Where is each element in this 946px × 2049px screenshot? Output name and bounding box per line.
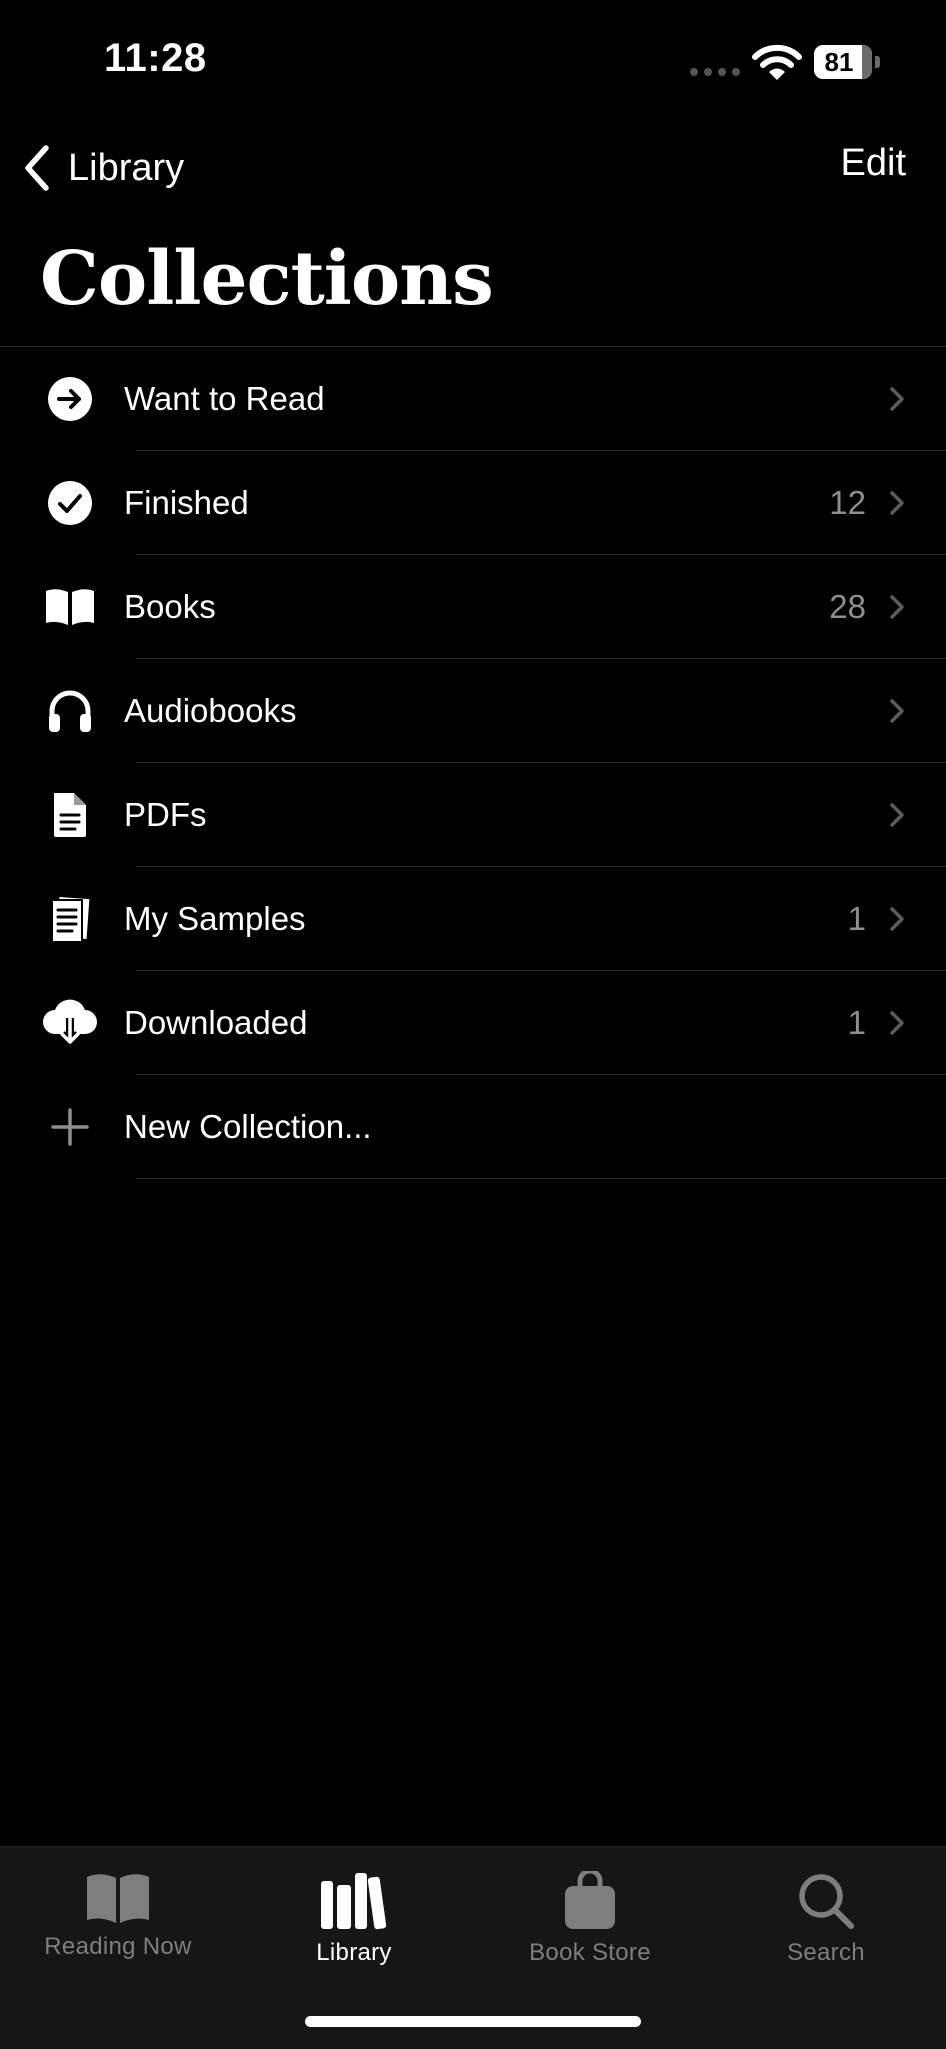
page-title: Collections — [40, 236, 494, 322]
collection-label: PDFs — [124, 796, 207, 833]
samples-icon — [40, 893, 100, 945]
chevron-right-icon — [890, 491, 904, 515]
new-collection-button[interactable]: New Collection... — [0, 1075, 946, 1179]
tab-library[interactable]: Library — [236, 1859, 472, 1979]
tab-label: Reading Now — [44, 1933, 192, 1960]
collection-count: 28 — [829, 588, 866, 625]
collection-row-audiobooks[interactable]: Audiobooks — [0, 659, 946, 763]
tab-reading-now[interactable]: Reading Now — [0, 1859, 236, 1979]
tab-label: Library — [316, 1939, 392, 1966]
chevron-right-icon — [890, 803, 904, 827]
chevron-right-icon — [890, 907, 904, 931]
cloud-download-icon — [40, 997, 100, 1049]
collection-count: 12 — [829, 484, 866, 521]
back-button-label: Library — [68, 146, 185, 189]
tab-book-store[interactable]: Book Store — [472, 1859, 708, 1979]
collection-count: 1 — [847, 900, 866, 937]
collection-label: My Samples — [124, 900, 306, 937]
chevron-right-icon — [890, 595, 904, 619]
document-icon — [40, 789, 100, 841]
battery-icon: 81 — [814, 45, 880, 79]
collection-label: Finished — [124, 484, 249, 521]
battery-percent: 81 — [824, 47, 854, 77]
collection-label: Want to Read — [124, 380, 325, 417]
tab-label: Search — [787, 1939, 865, 1966]
tab-label: Book Store — [529, 1939, 651, 1966]
collection-row-pdfs[interactable]: PDFs — [0, 763, 946, 867]
collection-row-finished[interactable]: Finished 12 — [0, 451, 946, 555]
edit-button[interactable]: Edit — [841, 142, 906, 185]
library-icon — [321, 1873, 387, 1930]
search-icon — [799, 1874, 854, 1929]
collection-row-my-samples[interactable]: My Samples 1 — [0, 867, 946, 971]
collections-list: Want to Read Finished 12 Books 28 Audiob… — [0, 346, 946, 1179]
arrow-circle-icon — [40, 373, 100, 425]
collection-label: Audiobooks — [124, 692, 297, 729]
book-icon — [87, 1874, 149, 1923]
chevron-left-icon — [25, 145, 49, 191]
plus-icon — [40, 1101, 100, 1153]
collection-label: Downloaded — [124, 1004, 308, 1041]
collection-row-want-to-read[interactable]: Want to Read — [0, 347, 946, 451]
chevron-right-icon — [890, 387, 904, 411]
collection-label: New Collection... — [124, 1108, 372, 1145]
chevron-right-icon — [890, 699, 904, 723]
status-time: 11:28 — [104, 36, 207, 80]
collection-count: 1 — [847, 1004, 866, 1041]
open-book-icon — [40, 581, 100, 633]
collection-label: Books — [124, 588, 216, 625]
shopping-bag-icon — [565, 1871, 615, 1929]
wifi-icon — [752, 44, 802, 80]
back-button[interactable]: Library — [20, 140, 184, 196]
tab-search[interactable]: Search — [708, 1859, 944, 1979]
checkmark-circle-icon — [40, 477, 100, 529]
collection-row-downloaded[interactable]: Downloaded 1 — [0, 971, 946, 1075]
collection-row-books[interactable]: Books 28 — [0, 555, 946, 659]
cellular-dots-icon — [690, 68, 740, 76]
status-bar: 11:28 81 — [0, 0, 946, 120]
chevron-right-icon — [890, 1011, 904, 1035]
home-indicator[interactable] — [305, 2016, 641, 2027]
headphones-icon — [40, 685, 100, 737]
